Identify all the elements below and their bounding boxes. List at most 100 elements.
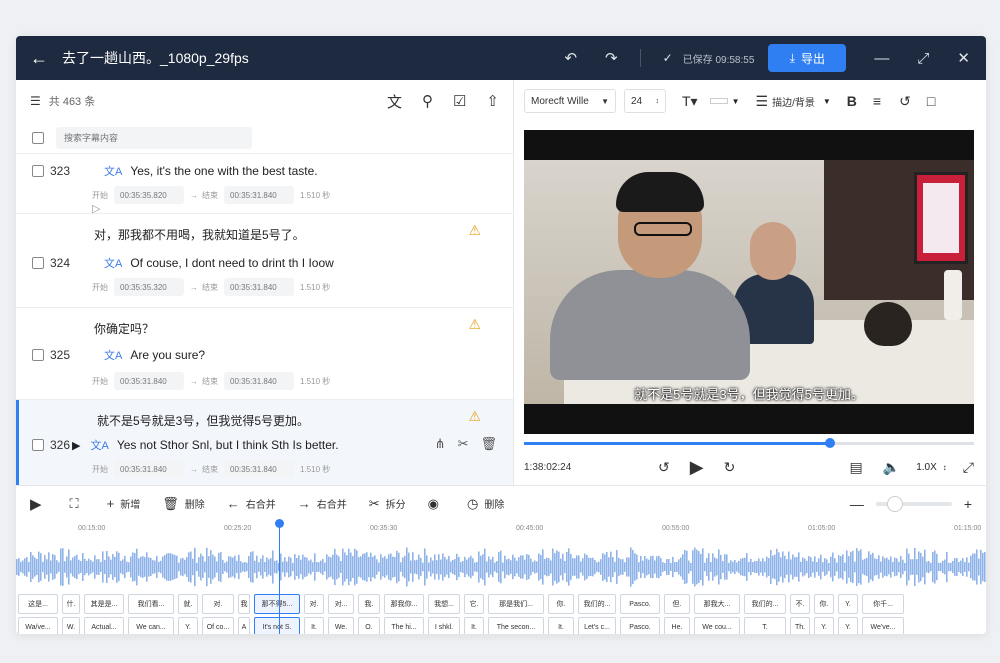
subtitles-icon[interactable]: ▤ — [850, 459, 863, 476]
timeline-clip[interactable]: Th. — [790, 617, 810, 634]
warning-icon[interactable]: ⚠ — [468, 222, 481, 239]
share-icon[interactable]: ⇧ — [486, 92, 499, 110]
bookmark-icon[interactable]: □ — [927, 93, 935, 109]
close-icon[interactable]: ✕ — [957, 49, 970, 67]
timeline-clip[interactable]: We cou... — [694, 617, 740, 634]
row-english-text[interactable]: Of couse, I dont need to drint th I Ioow — [130, 256, 333, 270]
timeline-clip[interactable]: 我们的... — [744, 594, 786, 614]
progress-knob[interactable] — [825, 438, 835, 448]
merge-right-button[interactable]: → 右合并 — [298, 496, 347, 511]
start-time-field[interactable]: 00:35:35.820 — [114, 186, 184, 204]
timeline-clip[interactable]: We. — [328, 617, 354, 634]
back-arrow-icon[interactable]: ← — [30, 48, 48, 69]
timeline-clip[interactable]: A — [238, 617, 250, 634]
zoom-out-icon[interactable]: — — [850, 496, 864, 512]
merge-left-button[interactable]: ← 右合并 — [227, 496, 276, 511]
timeline-clip[interactable]: 它. — [464, 594, 484, 614]
time-ruler[interactable]: 00:15:00 00:25:20 00:35:30 00:45:00 00:55:00… — [16, 521, 986, 539]
audio-waveform[interactable] — [16, 543, 986, 591]
playhead[interactable] — [279, 521, 280, 634]
zoom-slider[interactable] — [875, 495, 952, 512]
playhead-handle[interactable] — [275, 519, 284, 528]
delete-gap-button[interactable]: ◷ 删除 — [467, 496, 504, 512]
forward-icon[interactable]: ↻ — [724, 459, 736, 476]
timeline-clip[interactable]: 那我你... — [384, 594, 424, 614]
font-select[interactable]: Morecft Wille ▼ — [524, 89, 616, 113]
timeline-clip[interactable]: 那不得5... — [254, 594, 300, 614]
row-chinese-text[interactable]: 对，那我都不用喝，我就知道是5号了。 — [94, 226, 305, 243]
row-english-text[interactable]: Yes, it's the one with the best taste. — [130, 164, 317, 178]
stepper-icon[interactable]: ↕ — [943, 463, 947, 472]
text-style-icon[interactable]: T▾ — [682, 93, 698, 110]
play-icon[interactable]: ▶ — [72, 439, 80, 452]
timeline-clip[interactable]: I shkl. — [428, 617, 460, 634]
timeline-clip[interactable]: 但. — [664, 594, 690, 614]
add-button[interactable]: + 新增 — [107, 496, 141, 511]
start-time-field[interactable]: 00:35:35.320 — [114, 278, 184, 296]
start-time-field[interactable]: 00:35:31.840 — [114, 372, 184, 390]
timeline-clip[interactable]: The secon... — [488, 617, 544, 634]
row-chinese-text[interactable]: 就不是5号就是3号，但我觉得5号更加。 — [97, 412, 309, 429]
timeline-clip[interactable]: 那我大... — [694, 594, 740, 614]
timeline-clip[interactable]: We can... — [128, 617, 174, 634]
timeline-clip[interactable]: 对... — [328, 594, 354, 614]
play-icon[interactable]: ▶ — [690, 457, 704, 478]
timeline-clip[interactable]: 你. — [548, 594, 574, 614]
playback-progress[interactable] — [524, 438, 974, 448]
end-time-field[interactable]: 00:35:31.840 — [224, 278, 294, 296]
timeline-clip[interactable]: It. — [464, 617, 484, 634]
playback-speed[interactable]: 1.0X — [916, 462, 937, 473]
row-checkbox[interactable] — [32, 165, 44, 177]
delete-button[interactable]: 🗑 删除 — [162, 496, 205, 512]
chevron-down-icon[interactable]: ▼ — [732, 97, 740, 106]
zoom-slider-knob[interactable] — [886, 495, 903, 512]
row-english-text[interactable]: Are you sure? — [130, 348, 205, 362]
end-time-field[interactable]: 00:35:31.840 — [224, 460, 294, 478]
video-preview[interactable]: 就不是5号就是3号，但我觉得5号更加。 — [524, 130, 974, 434]
timeline-clip[interactable]: Pasco. — [620, 617, 660, 634]
timeline-clip[interactable]: 就. — [178, 594, 198, 614]
visibility-button[interactable]: ◉ — [428, 496, 445, 512]
row-english-text[interactable]: Yes not Sthor Snl, but I think Sth Is be… — [117, 438, 339, 452]
reset-icon[interactable]: ↺ — [899, 93, 911, 110]
warning-icon[interactable]: ⚠ — [468, 316, 481, 333]
subtitle-row[interactable]: 你确定吗？ ⚠ 325 文A Are you sure? 开始 00:35:31… — [16, 308, 513, 400]
timeline-clip[interactable]: Y. — [838, 594, 858, 614]
search-input[interactable] — [56, 126, 252, 149]
timeline-clip[interactable]: 对. — [304, 594, 324, 614]
timeline-clip[interactable]: 我们看... — [128, 594, 174, 614]
align-icon[interactable]: ≡ — [873, 93, 881, 109]
volume-icon[interactable]: 🔈 — [883, 459, 900, 476]
font-size-stepper[interactable]: 24 ↕ — [624, 89, 666, 113]
timeline-clip[interactable]: The hi... — [384, 617, 424, 634]
minimize-icon[interactable]: — — [874, 50, 889, 67]
maximize-icon[interactable]: ⤢ — [917, 50, 929, 67]
timeline-clip[interactable]: 我 — [238, 594, 250, 614]
timeline-clip[interactable]: 我. — [358, 594, 380, 614]
end-time-field[interactable]: 00:35:31.840 — [224, 372, 294, 390]
start-time-field[interactable]: 00:35:31.840 — [114, 460, 184, 478]
undo-icon[interactable]: ↶ — [564, 49, 577, 67]
timeline-clip[interactable]: 不. — [790, 594, 810, 614]
subtitle-row[interactable]: 对，那我都不用喝，我就知道是5号了。 ⚠ 324 文A Of couse, I … — [16, 214, 513, 308]
timeline-clip[interactable]: 你千... — [862, 594, 904, 614]
timeline-clip[interactable]: 那是我们... — [488, 594, 544, 614]
trash-icon[interactable]: 🗑 — [480, 436, 497, 452]
warning-icon[interactable]: ⚠ — [468, 408, 481, 425]
subtitle-row-active[interactable]: 就不是5号就是3号，但我觉得5号更加。 ⚠ 326 ▶ 文A Yes not S… — [16, 400, 513, 486]
timeline-clip[interactable]: Pasco. — [620, 594, 660, 614]
timeline-clip[interactable]: It. — [304, 617, 324, 634]
translate-icon[interactable]: 文 — [387, 91, 402, 112]
timeline-clip[interactable]: Let's c... — [578, 617, 616, 634]
end-time-field[interactable]: 00:35:31.840 — [224, 186, 294, 204]
row-checkbox[interactable] — [32, 349, 44, 361]
timeline-clip[interactable]: We've... — [862, 617, 904, 634]
merge-icon[interactable]: ⋔ — [435, 436, 446, 452]
chevron-down-icon[interactable]: ▼ — [823, 97, 831, 106]
fit-button[interactable]: ⛶ — [70, 496, 85, 512]
row-checkbox[interactable] — [32, 257, 44, 269]
subtitle-row[interactable]: 323 文A Yes, it's the one with the best t… — [16, 154, 513, 215]
split-button[interactable]: ✂ 拆分 — [369, 496, 406, 512]
timeline-clip[interactable]: W. — [62, 617, 80, 634]
redo-icon[interactable]: ↷ — [605, 49, 618, 67]
